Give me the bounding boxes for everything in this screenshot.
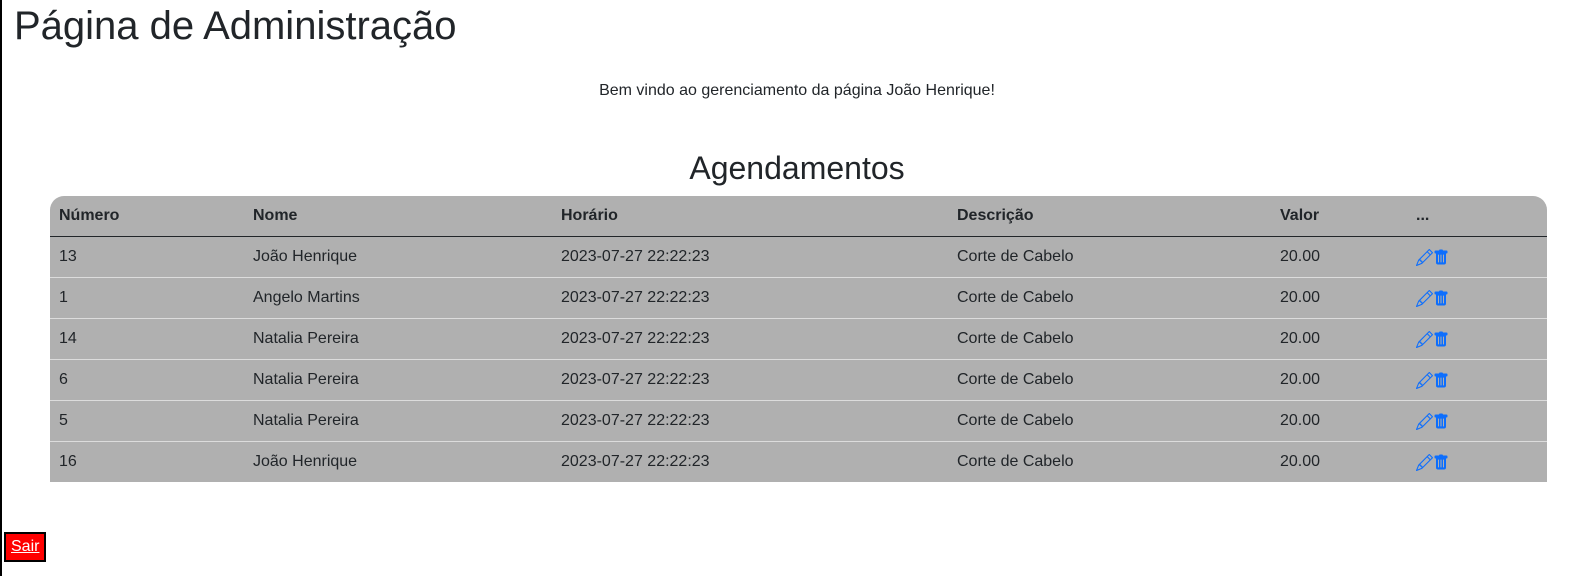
page-title: Página de Administração xyxy=(14,4,457,48)
pencil-icon[interactable] xyxy=(1416,453,1433,471)
pencil-icon[interactable] xyxy=(1416,330,1433,348)
cell-nome: Natalia Pereira xyxy=(244,318,552,360)
cell-numero: 5 xyxy=(50,400,244,442)
cell-actions xyxy=(1407,400,1547,442)
cell-descricao: Corte de Cabelo xyxy=(948,318,1271,360)
table-row: 6 Natalia Pereira 2023-07-27 22:22:23 Corte… xyxy=(50,359,1547,401)
trash-icon[interactable] xyxy=(1433,249,1449,266)
cell-descricao: Corte de Cabelo xyxy=(948,441,1271,482)
row-actions xyxy=(1416,371,1538,389)
table-body: 13 João Henrique 2023-07-27 22:22:23 Corte … xyxy=(50,237,1547,482)
header-horario: Horário xyxy=(552,196,948,237)
table-row: 14 Natalia Pereira 2023-07-27 22:22:23 Cort… xyxy=(50,318,1547,360)
cell-actions xyxy=(1407,359,1547,401)
cell-numero: 14 xyxy=(50,318,244,360)
cell-horario: 2023-07-27 22:22:23 xyxy=(552,318,948,360)
trash-icon[interactable] xyxy=(1433,372,1449,389)
cell-horario: 2023-07-27 22:22:23 xyxy=(552,400,948,442)
table-row: 5 Natalia Pereira 2023-07-27 22:22:23 Corte… xyxy=(50,400,1547,442)
cell-actions xyxy=(1407,441,1547,482)
header-descricao: Descrição xyxy=(948,196,1271,237)
cell-valor: 20.00 xyxy=(1271,277,1407,319)
cell-descricao: Corte de Cabelo xyxy=(948,359,1271,401)
table-row: 13 João Henrique 2023-07-27 22:22:23 Corte … xyxy=(50,237,1547,278)
cell-nome: Angelo Martins xyxy=(244,277,552,319)
cell-actions xyxy=(1407,318,1547,360)
header-actions: ... xyxy=(1407,196,1547,237)
cell-numero: 16 xyxy=(50,441,244,482)
cell-horario: 2023-07-27 22:22:23 xyxy=(552,277,948,319)
table-row: 16 João Henrique 2023-07-27 22:22:23 Corte … xyxy=(50,441,1547,482)
cell-horario: 2023-07-27 22:22:23 xyxy=(552,359,948,401)
table-row: 1 Angelo Martins 2023-07-27 22:22:23 Corte … xyxy=(50,277,1547,319)
cell-numero: 1 xyxy=(50,277,244,319)
table-header-row: Número Nome Horário Descrição Valor ... xyxy=(50,196,1547,237)
header-valor: Valor xyxy=(1271,196,1407,237)
cell-numero: 6 xyxy=(50,359,244,401)
cell-horario: 2023-07-27 22:22:23 xyxy=(561,248,710,265)
cell-nome: Natalia Pereira xyxy=(244,400,552,442)
appointments-table: Número Nome Horário Descrição Valor ... … xyxy=(50,196,1547,482)
cell-descricao: Corte de Cabelo xyxy=(957,248,1074,265)
cell-actions xyxy=(1407,277,1547,319)
trash-icon[interactable] xyxy=(1433,454,1449,471)
section-title: Agendamentos xyxy=(689,150,905,186)
cell-horario: 2023-07-27 22:22:23 xyxy=(552,441,948,482)
cell-valor: 20.00 xyxy=(1271,441,1407,482)
trash-icon[interactable] xyxy=(1433,413,1449,430)
cell-valor: 20.00 xyxy=(1271,400,1407,442)
cell-numero: 13 xyxy=(59,248,77,265)
cell-nome: João Henrique xyxy=(253,248,358,265)
trash-icon[interactable] xyxy=(1433,290,1449,307)
cell-valor: 20.00 xyxy=(1271,359,1407,401)
pencil-icon[interactable] xyxy=(1416,289,1433,307)
row-actions xyxy=(1416,412,1538,430)
header-nome: Nome xyxy=(244,196,552,237)
cell-valor: 20.00 xyxy=(1271,318,1407,360)
welcome-message: Bem vindo ao gerenciamento da página Joã… xyxy=(599,82,995,99)
row-actions xyxy=(1416,248,1538,266)
cell-descricao: Corte de Cabelo xyxy=(948,277,1271,319)
cell-actions xyxy=(1407,237,1547,278)
cell-valor: 20.00 xyxy=(1280,248,1321,265)
pencil-icon[interactable] xyxy=(1416,248,1433,266)
trash-icon[interactable] xyxy=(1433,331,1449,348)
cell-descricao: Corte de Cabelo xyxy=(948,400,1271,442)
row-actions xyxy=(1416,289,1538,307)
appointments-table-container: Número Nome Horário Descrição Valor ... … xyxy=(50,196,1547,482)
pencil-icon[interactable] xyxy=(1416,412,1433,430)
header-numero: Número xyxy=(50,196,244,237)
row-actions xyxy=(1416,330,1538,348)
logout-button[interactable]: Sair xyxy=(4,532,47,562)
pencil-icon[interactable] xyxy=(1416,371,1433,389)
cell-nome: Natalia Pereira xyxy=(244,359,552,401)
row-actions xyxy=(1416,453,1538,471)
cell-nome: João Henrique xyxy=(244,441,552,482)
